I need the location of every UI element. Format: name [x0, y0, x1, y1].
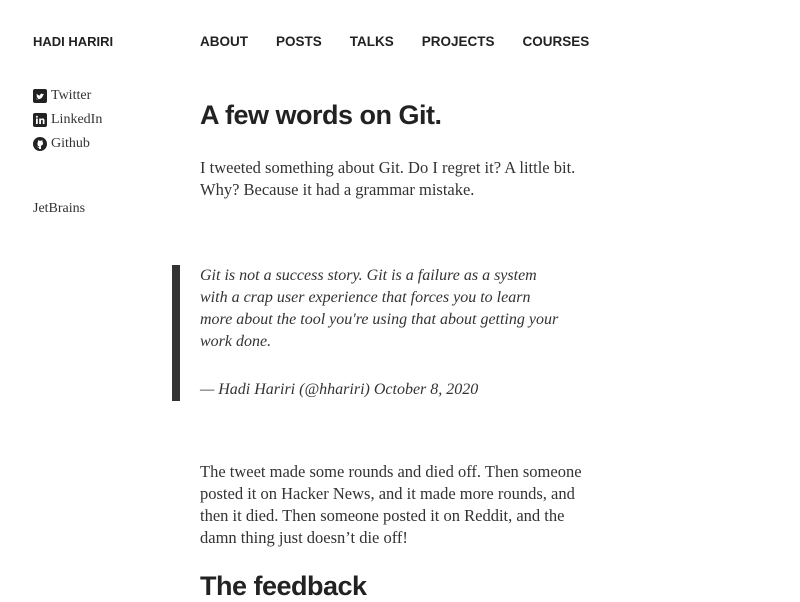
- post-title: A few words on Git.: [200, 100, 442, 130]
- post-intro-paragraph: I tweeted something about Git. Do I regr…: [200, 158, 576, 199]
- main-nav: ABOUT POSTS TALKS PROJECTS COURSES: [200, 34, 617, 49]
- twitter-link[interactable]: Twitter: [33, 84, 102, 108]
- nav-posts[interactable]: POSTS: [276, 34, 322, 49]
- github-icon: [33, 137, 47, 151]
- post-paragraph: The tweet made some rounds and died off.…: [200, 462, 582, 547]
- tweet-date-link[interactable]: October 8, 2020: [374, 381, 478, 398]
- nav-projects[interactable]: PROJECTS: [422, 34, 495, 49]
- tweet-blockquote: Git is not a success story. Git is a fai…: [200, 265, 560, 401]
- site-title-link[interactable]: HADI HARIRI: [33, 34, 113, 49]
- employer-link[interactable]: JetBrains: [33, 201, 85, 217]
- twitter-link-label: Twitter: [51, 88, 92, 103]
- social-links: Twitter LinkedIn Github: [33, 84, 102, 156]
- twitter-icon: [33, 89, 47, 103]
- section-heading: The feedback: [200, 571, 367, 601]
- nav-courses[interactable]: COURSES: [523, 34, 590, 49]
- tweet-author: — Hadi Hariri (@hhariri): [200, 381, 370, 398]
- github-link-label: Github: [51, 136, 90, 151]
- nav-about[interactable]: ABOUT: [200, 34, 248, 49]
- linkedin-icon: [33, 113, 47, 127]
- linkedin-link-label: LinkedIn: [51, 112, 103, 127]
- github-link[interactable]: Github: [33, 132, 102, 156]
- nav-talks[interactable]: TALKS: [350, 34, 394, 49]
- blockquote-bar: [172, 265, 180, 401]
- tweet-attribution: — Hadi Hariri (@hhariri) October 8, 2020: [200, 379, 560, 401]
- linkedin-link[interactable]: LinkedIn: [33, 108, 102, 132]
- tweet-text: Git is not a success story. Git is a fai…: [200, 267, 559, 350]
